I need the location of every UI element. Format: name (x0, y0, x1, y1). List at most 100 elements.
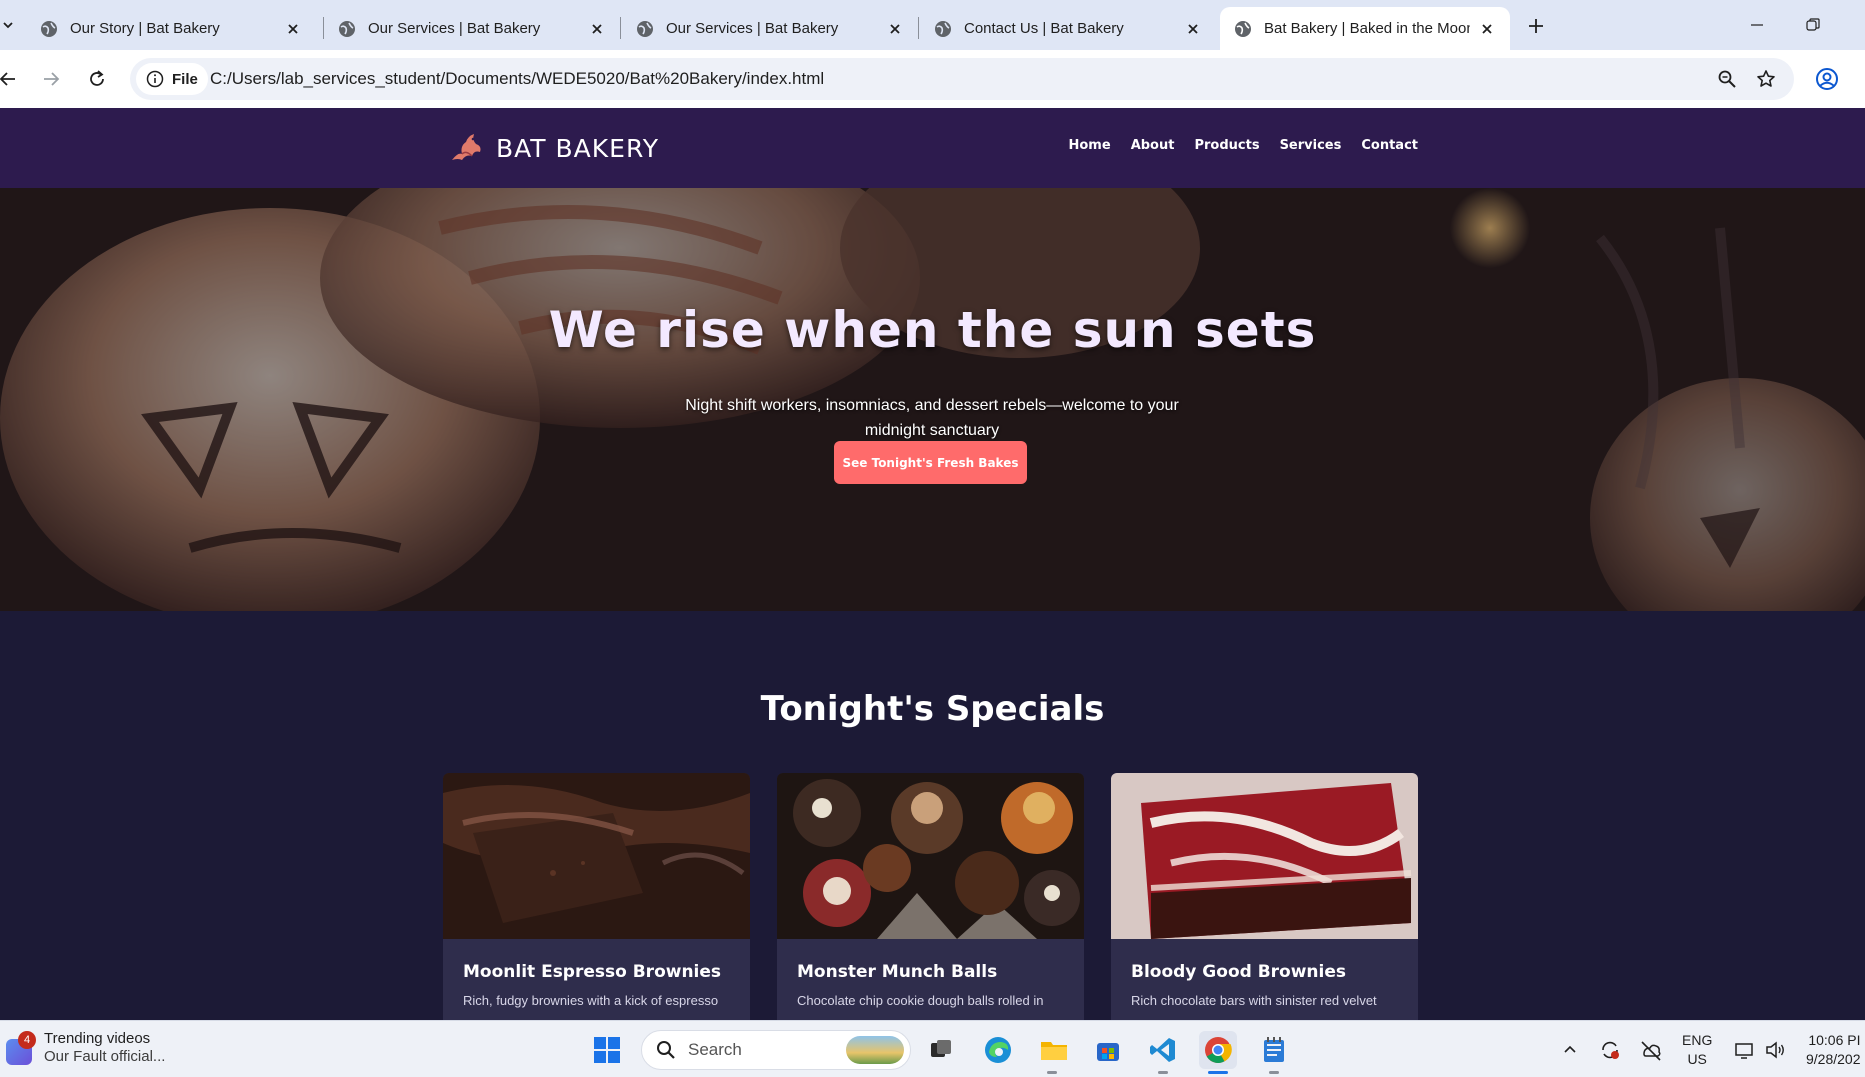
tab-title: Our Story | Bat Bakery (70, 20, 220, 37)
bat-logo-icon (452, 134, 481, 160)
product-card[interactable]: Bloody Good Brownies Rich chocolate bars… (1111, 773, 1418, 1020)
globe-icon (637, 20, 653, 37)
espresso-brownie-image (443, 773, 750, 939)
nav-services-link[interactable]: Services (1280, 138, 1342, 153)
browser-toolbar: File C:/Users/lab_services_student/Docum… (0, 50, 1865, 108)
tab-title: Our Services | Bat Bakery (666, 20, 839, 37)
browser-tab[interactable]: Contact Us | Bat Bakery (920, 7, 1216, 50)
edge-browser-icon[interactable] (979, 1031, 1017, 1069)
site-nav: Home About Products Services Contact (1069, 138, 1419, 153)
widget-title: Trending videos (44, 1030, 151, 1047)
product-name: Moonlit Espresso Brownies (463, 962, 722, 982)
close-icon[interactable] (588, 20, 606, 38)
hero-section: We rise when the sun sets Night shift wo… (0, 188, 1865, 611)
volume-icon[interactable] (1762, 1037, 1788, 1063)
system-clock[interactable]: 10:06 PI 9/28/202 (1806, 1031, 1861, 1069)
microsoft-store-icon[interactable] (1089, 1031, 1127, 1069)
chevron-up-icon[interactable] (1557, 1037, 1583, 1063)
language-region: US (1687, 1051, 1707, 1067)
info-icon (146, 70, 164, 88)
restore-icon[interactable] (1793, 10, 1833, 40)
close-icon[interactable] (1478, 20, 1496, 38)
clock-date: 9/28/202 (1806, 1051, 1861, 1067)
network-offline-icon[interactable] (1638, 1037, 1664, 1063)
product-card[interactable]: Moonlit Espresso Brownies Rich, fudgy br… (443, 773, 750, 1020)
nav-contact-link[interactable]: Contact (1361, 138, 1418, 153)
specials-title: Tonight's Specials (760, 689, 1105, 729)
windows-start-icon[interactable] (588, 1031, 626, 1069)
language-indicator[interactable]: ENG US (1682, 1031, 1712, 1069)
browser-tab[interactable]: Our Services | Bat Bakery (324, 7, 620, 50)
running-indicator (1047, 1071, 1057, 1074)
globe-icon (41, 20, 57, 37)
nav-about-link[interactable]: About (1131, 138, 1175, 153)
site-chip-label: File (172, 70, 198, 88)
vscode-icon[interactable] (1144, 1031, 1182, 1069)
product-name: Bloody Good Brownies (1131, 962, 1347, 982)
globe-icon (935, 20, 951, 37)
globe-icon (1235, 20, 1251, 37)
tab-separator (918, 17, 919, 39)
search-placeholder: Search (688, 1040, 742, 1059)
tab-title: Contact Us | Bat Bakery (964, 20, 1124, 37)
tab-separator (620, 17, 621, 39)
product-card[interactable]: Monster Munch Balls Chocolate chip cooki… (777, 773, 1084, 1020)
close-icon[interactable] (284, 20, 302, 38)
bloody-good-brownies-image (1111, 773, 1418, 939)
brand[interactable]: BAT BAKERY (448, 130, 659, 166)
tab-title: Our Services | Bat Bakery (368, 20, 541, 37)
hero-title: We rise when the sun sets (548, 301, 1317, 359)
back-arrow-icon[interactable] (0, 63, 24, 95)
tab-search-chevron-icon[interactable] (0, 10, 16, 40)
see-fresh-bakes-button[interactable]: See Tonight's Fresh Bakes (834, 441, 1027, 484)
nav-home-link[interactable]: Home (1069, 138, 1111, 153)
forward-arrow-icon[interactable] (35, 63, 67, 95)
profile-avatar-icon[interactable] (1812, 64, 1842, 94)
display-icon[interactable] (1732, 1037, 1758, 1063)
widgets-icon: 4 (6, 1031, 36, 1065)
active-indicator (1208, 1071, 1228, 1074)
browser-tab-strip: Our Story | Bat Bakery Our Services | Ba… (0, 0, 1865, 50)
brand-name: BAT BAKERY (496, 133, 660, 163)
widgets-button[interactable]: 4 Trending videos Our Fault official... (6, 1030, 165, 1065)
nav-products-link[interactable]: Products (1194, 138, 1259, 153)
monster-munch-balls-image (777, 773, 1084, 939)
close-icon[interactable] (886, 20, 904, 38)
product-description: Rich chocolate bars with sinister red ve… (1131, 993, 1377, 1008)
zoom-icon[interactable] (1715, 67, 1739, 91)
globe-icon (339, 20, 355, 37)
product-description: Chocolate chip cookie dough balls rolled… (797, 993, 1044, 1008)
url-text[interactable]: C:/Users/lab_services_student/Documents/… (210, 69, 824, 89)
taskbar: 4 Trending videos Our Fault official... … (0, 1020, 1865, 1077)
sync-icon[interactable] (1597, 1037, 1623, 1063)
notification-badge: 4 (18, 1031, 36, 1049)
tab-title: Bat Bakery | Baked in the Moonlight (1264, 20, 1470, 37)
language-code: ENG (1682, 1032, 1713, 1048)
browser-tab[interactable]: Our Services | Bat Bakery (622, 7, 918, 50)
clock-time: 10:06 PI (1808, 1032, 1861, 1048)
task-view-icon[interactable] (922, 1031, 960, 1069)
chrome-icon[interactable] (1199, 1031, 1237, 1069)
running-indicator (1158, 1071, 1168, 1074)
taskbar-search-box[interactable]: Search (641, 1030, 911, 1070)
product-name: Monster Munch Balls (797, 962, 998, 982)
reload-icon[interactable] (81, 63, 113, 95)
minimize-icon[interactable] (1737, 10, 1777, 40)
running-indicator (1269, 1071, 1279, 1074)
browser-tab-active[interactable]: Bat Bakery | Baked in the Moonlight (1220, 7, 1510, 50)
search-highlight-image (846, 1036, 904, 1064)
hero-subtitle: Night shift workers, insomniacs, and des… (685, 397, 1179, 439)
browser-tab[interactable]: Our Story | Bat Bakery (26, 7, 316, 50)
site-header: BAT BAKERY Home About Products Services … (0, 108, 1865, 188)
widget-subtitle: Our Fault official... (44, 1048, 166, 1065)
bookmark-star-icon[interactable] (1754, 67, 1778, 91)
search-icon (657, 1041, 675, 1059)
notepad-icon[interactable] (1255, 1031, 1293, 1069)
close-icon[interactable] (1184, 20, 1202, 38)
file-explorer-icon[interactable] (1035, 1031, 1073, 1069)
address-bar[interactable]: File C:/Users/lab_services_student/Docum… (130, 58, 1794, 100)
new-tab-plus-icon[interactable] (1522, 12, 1550, 40)
product-description: Rich, fudgy brownies with a kick of espr… (463, 993, 719, 1008)
site-info-chip[interactable]: File (136, 63, 208, 95)
specials-section: Tonight's Specials Moonlit Espresso Brow… (0, 611, 1865, 1020)
